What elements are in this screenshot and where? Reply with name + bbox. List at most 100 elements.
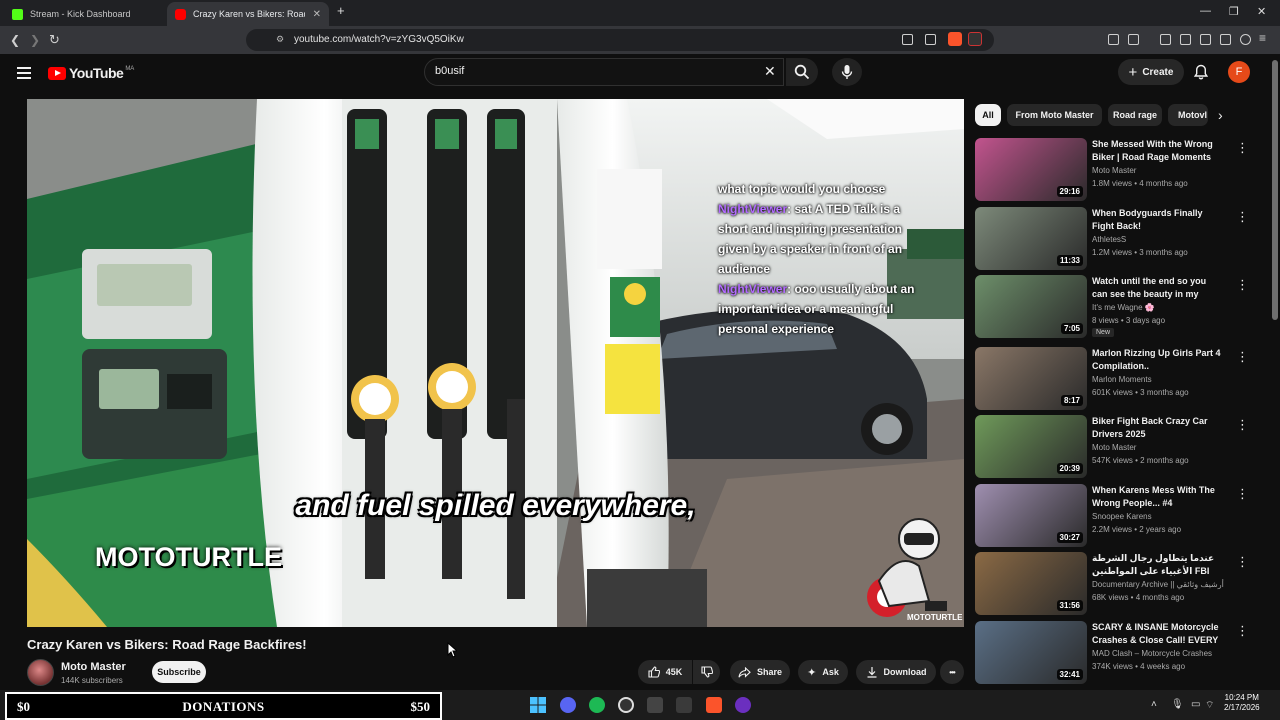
brave-rewards-icon[interactable] <box>968 32 982 46</box>
recommendation-channel[interactable]: Moto Master <box>1092 166 1136 175</box>
tab-kick-dashboard[interactable]: Stream - Kick Dashboard <box>4 2 164 26</box>
mic-tray-icon[interactable]: 🎙 <box>1171 699 1184 710</box>
site-info-icon[interactable]: ⚙ <box>276 34 284 45</box>
more-options-icon[interactable]: ⋮ <box>1236 277 1249 293</box>
recommendation-title[interactable]: عندما يتطاول رجال الشرطة الأغبياء على ال… <box>1092 552 1224 578</box>
extension-icon[interactable] <box>1108 34 1119 45</box>
scrollbar[interactable] <box>1272 60 1278 320</box>
more-options-icon[interactable]: ⋮ <box>1236 623 1249 639</box>
voice-search-button[interactable] <box>832 58 862 86</box>
video-thumbnail[interactable]: 30:27 <box>975 484 1087 547</box>
recommendation-item[interactable]: 29:16 She Messed With the Wrong Biker | R… <box>975 138 1260 202</box>
more-actions-button[interactable]: ••• <box>940 660 964 684</box>
recommendation-channel[interactable]: It's me Wagne 🌸 <box>1092 303 1155 312</box>
account-avatar[interactable]: F <box>1228 61 1250 83</box>
screenshot-icon[interactable] <box>1128 34 1139 45</box>
channel-avatar[interactable] <box>27 659 54 686</box>
dislike-button[interactable] <box>693 660 720 684</box>
chip-road-rage[interactable]: Road rage <box>1108 104 1162 126</box>
share-page-icon[interactable] <box>925 34 936 45</box>
extensions-puzzle-icon[interactable] <box>1220 34 1231 45</box>
maximize-icon[interactable]: ❐ <box>1229 5 1239 18</box>
windows-start-icon[interactable] <box>530 697 546 713</box>
recommendation-channel[interactable]: Marlon Moments <box>1092 375 1152 384</box>
system-clock[interactable]: 10:24 PM 2/17/2026 <box>1224 693 1260 713</box>
spotify-icon[interactable] <box>589 697 605 713</box>
close-tab-icon[interactable]: ✕ <box>313 9 321 20</box>
recommendation-title[interactable]: Biker Fight Back Crazy Car Drivers 2025 <box>1092 415 1224 441</box>
new-tab-button[interactable]: + <box>337 3 345 18</box>
minimize-icon[interactable]: — <box>1200 5 1211 17</box>
reload-icon[interactable]: ↻ <box>49 32 60 48</box>
window-close-icon[interactable]: ✕ <box>1257 5 1266 18</box>
cast-icon[interactable] <box>902 34 913 45</box>
recommendation-item[interactable]: 11:33 When Bodyguards Finally Fight Back!… <box>975 207 1260 271</box>
recommendation-title[interactable]: When Karens Mess With The Wrong People..… <box>1092 484 1224 510</box>
tool-icon[interactable] <box>676 697 692 713</box>
channel-name[interactable]: Moto Master <box>61 661 126 673</box>
create-button[interactable]: + Create <box>1118 59 1184 85</box>
hamburger-menu-icon[interactable] <box>17 67 31 79</box>
network-icon[interactable]: ⌔ <box>1205 699 1214 712</box>
chip-from-moto-master[interactable]: From Moto Master <box>1007 104 1102 126</box>
recommendation-channel[interactable]: Moto Master <box>1092 443 1136 452</box>
address-bar[interactable]: ⚙ youtube.com/watch?v=zYG3vQ5OiKw <box>246 29 994 51</box>
browser-menu-icon[interactable]: ≡ <box>1259 31 1266 45</box>
recommendation-item[interactable]: 7:05 Watch until the end so you can see t… <box>975 275 1260 339</box>
more-options-icon[interactable]: ⋮ <box>1236 140 1249 156</box>
tab-youtube-video[interactable]: Crazy Karen vs Bikers: Road Rage ✕ <box>167 2 329 26</box>
tray-chevron-icon[interactable]: ˄ <box>1151 699 1157 710</box>
sidebar-icon[interactable] <box>1180 34 1191 45</box>
subscribe-button[interactable]: Subscribe <box>152 661 206 683</box>
app-purple-icon[interactable] <box>735 697 751 713</box>
more-options-icon[interactable]: ⋮ <box>1236 486 1249 502</box>
recommendation-item[interactable]: 20:39 Biker Fight Back Crazy Car Drivers … <box>975 415 1260 479</box>
discord-icon[interactable] <box>560 697 576 713</box>
like-button[interactable]: 45K <box>638 660 692 684</box>
more-options-icon[interactable]: ⋮ <box>1236 349 1249 365</box>
recommendation-item[interactable]: 31:56 عندما يتطاول رجال الشرطة الأغبياء ع… <box>975 552 1260 616</box>
display-tray-icon[interactable]: ▭ <box>1191 699 1200 710</box>
search-input[interactable] <box>435 65 755 77</box>
recommendation-title[interactable]: She Messed With the Wrong Biker | Road R… <box>1092 138 1224 164</box>
search-button[interactable] <box>786 58 818 86</box>
recommendation-item[interactable]: 30:27 When Karens Mess With The Wrong Peo… <box>975 484 1260 548</box>
youtube-logo[interactable]: YouTube MA <box>48 65 134 81</box>
video-thumbnail[interactable]: 20:39 <box>975 415 1087 478</box>
vpn-icon[interactable] <box>1240 34 1251 45</box>
chip-all[interactable]: All <box>975 104 1001 126</box>
video-player[interactable]: what topic would you choose NightViewer:… <box>27 99 964 627</box>
notifications-bell-icon[interactable] <box>1194 64 1208 80</box>
brave-browser-icon[interactable] <box>706 697 722 713</box>
recommendation-title[interactable]: Watch until the end so you can see the b… <box>1092 275 1224 301</box>
video-thumbnail[interactable]: 32:41 <box>975 621 1087 684</box>
recommendation-title[interactable]: When Bodyguards Finally Fight Back! <box>1092 207 1224 233</box>
more-options-icon[interactable]: ⋮ <box>1236 417 1249 433</box>
recommendation-channel[interactable]: Documentary Archive || أرشيف وثائقي <box>1092 580 1224 589</box>
wallet-icon[interactable] <box>1200 34 1211 45</box>
recommendation-item[interactable]: 32:41 SCARY & INSANE Motorcycle Crashes &… <box>975 621 1260 685</box>
brave-shield-icon[interactable] <box>948 32 962 46</box>
media-icon[interactable] <box>1160 34 1171 45</box>
share-button[interactable]: Share <box>730 660 790 684</box>
ask-button[interactable]: ✦ Ask <box>798 660 848 684</box>
chip-motovlog[interactable]: Motovl <box>1168 104 1208 126</box>
video-thumbnail[interactable]: 31:56 <box>975 552 1087 615</box>
clear-search-icon[interactable]: ✕ <box>764 63 776 80</box>
video-thumbnail[interactable]: 11:33 <box>975 207 1087 270</box>
download-button[interactable]: Download <box>856 660 936 684</box>
app-icon[interactable] <box>647 697 663 713</box>
more-options-icon[interactable]: ⋮ <box>1236 209 1249 225</box>
forward-icon[interactable]: ❯ <box>30 33 40 47</box>
video-thumbnail[interactable]: 7:05 <box>975 275 1087 338</box>
recommendation-channel[interactable]: Snoopee Karens <box>1092 512 1152 521</box>
obs-icon[interactable] <box>618 697 634 713</box>
chevron-right-icon[interactable]: › <box>1218 107 1223 123</box>
video-thumbnail[interactable]: 8:17 <box>975 347 1087 410</box>
back-icon[interactable]: ❮ <box>10 33 20 47</box>
recommendation-item[interactable]: 8:17 Marlon Rizzing Up Girls Part 4 Compi… <box>975 347 1260 411</box>
more-options-icon[interactable]: ⋮ <box>1236 554 1249 570</box>
recommendation-title[interactable]: Marlon Rizzing Up Girls Part 4 Compilati… <box>1092 347 1224 373</box>
recommendation-channel[interactable]: AthletesS <box>1092 235 1126 244</box>
recommendation-title[interactable]: SCARY & INSANE Motorcycle Crashes & Clos… <box>1092 621 1224 647</box>
